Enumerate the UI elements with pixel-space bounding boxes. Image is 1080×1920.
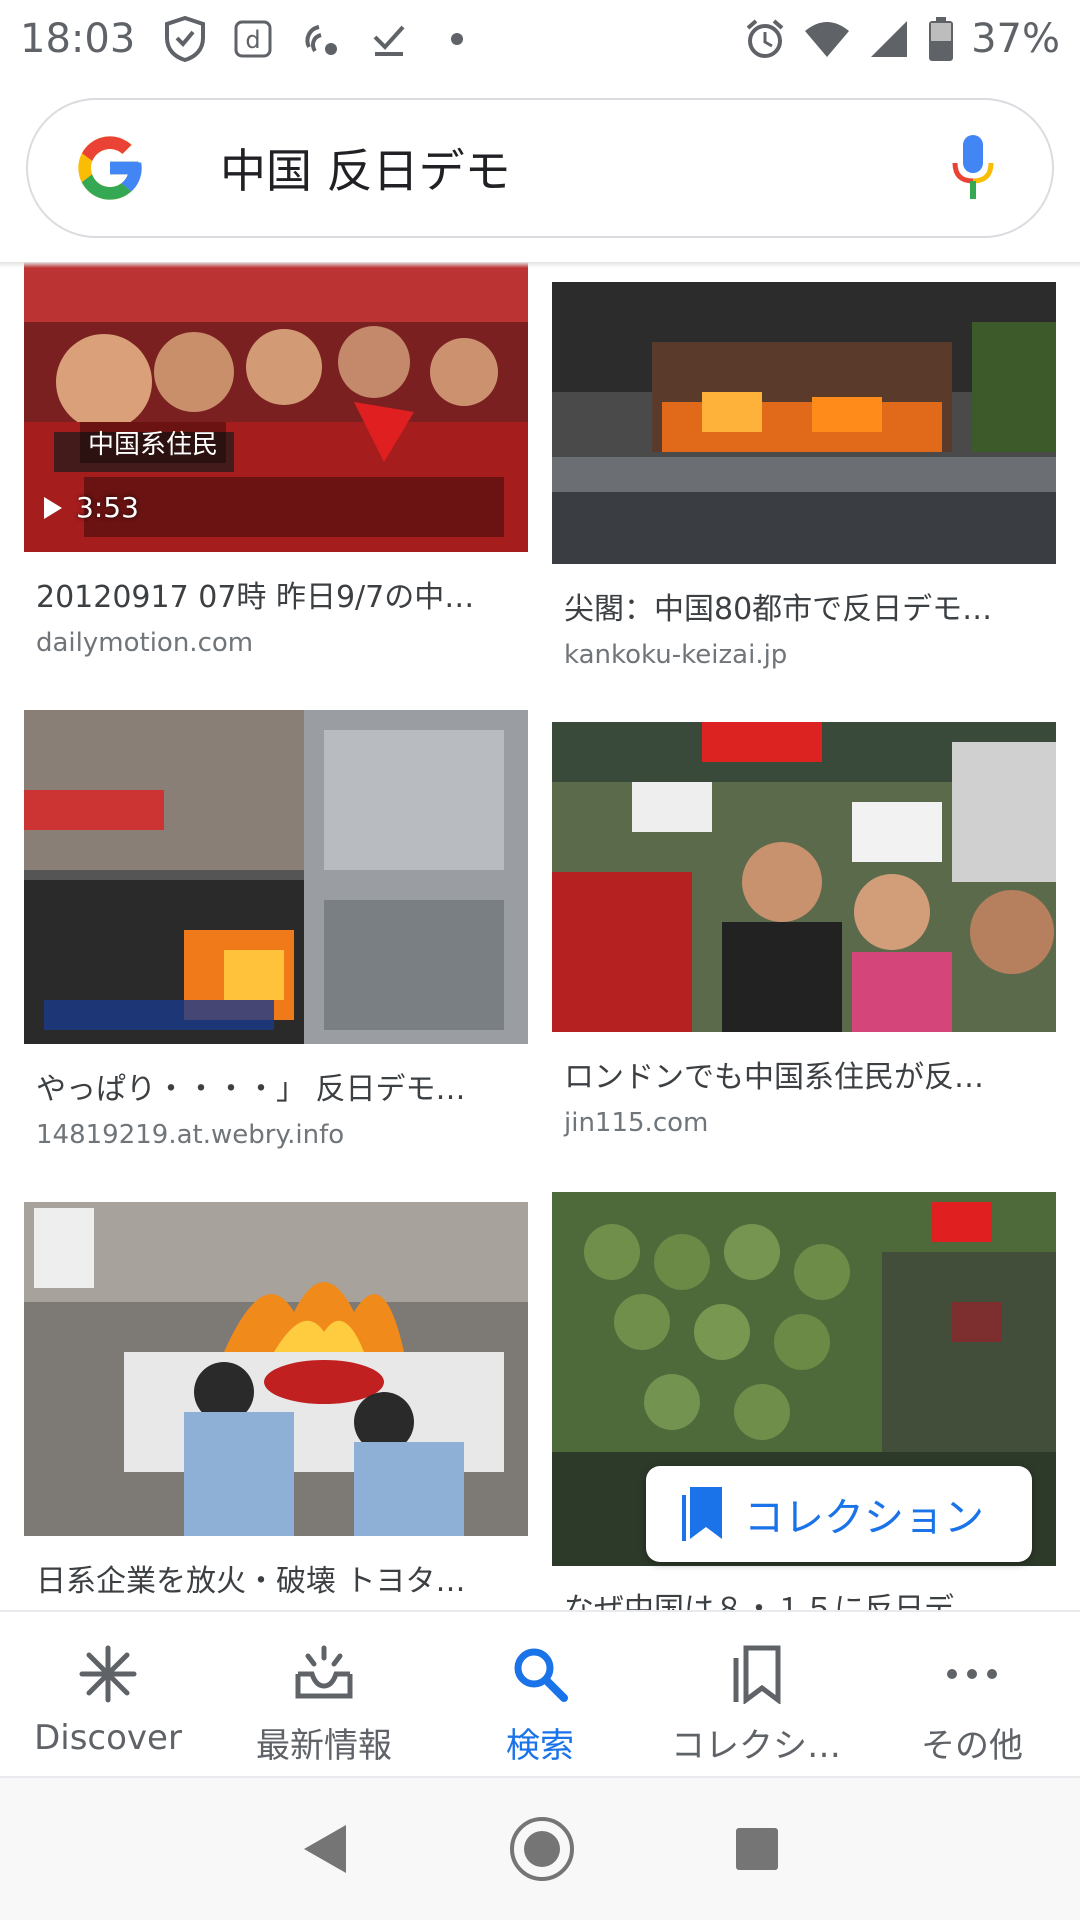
collections-icon [733, 1645, 781, 1704]
result-title[interactable]: やっぱり・・・・」 反日デモ… [24, 1064, 528, 1108]
system-nav-bar [0, 1778, 1080, 1920]
result-card[interactable]: 日系企業を放火・破壊 トヨタ… [24, 1202, 528, 1600]
result-card[interactable]: 中国系住民 3:53 20120917 07時 昨日9/7の中… dailymo… [24, 262, 528, 658]
result-thumbnail[interactable] [24, 710, 528, 1044]
more-icon [947, 1669, 997, 1679]
download-done-icon [365, 15, 413, 63]
result-domain: jin115.com [564, 1108, 709, 1138]
play-icon [44, 496, 62, 519]
nav-label: 検索 [506, 1726, 574, 1766]
status-bar: 18:03 d 37% [0, 0, 1080, 78]
home-icon[interactable] [509, 1816, 575, 1882]
result-title[interactable]: 20120917 07時 昨日9/7の中… [24, 572, 528, 616]
result-thumbnail[interactable] [552, 282, 1056, 564]
nav-item-collections[interactable]: コレクシ… [648, 1612, 864, 1776]
nav-label: コレクシ… [671, 1726, 841, 1766]
result-thumbnail[interactable] [552, 722, 1056, 1032]
result-card[interactable]: 尖閣：中国80都市で反日デモ… kankoku-keizai.jp [552, 282, 1056, 670]
d-app-icon: d [229, 15, 277, 63]
battery-percent: 37% [971, 16, 1060, 62]
status-time: 18:03 [20, 16, 136, 62]
search-input[interactable]: 中国 反日デモ [220, 135, 950, 201]
result-domain: 14819219.at.webry.info [36, 1120, 345, 1150]
dot-icon [433, 15, 481, 63]
status-right: 37% [741, 15, 1060, 63]
inbox-icon [295, 1645, 353, 1699]
thumbnail-caption: 中国系住民 [80, 422, 227, 463]
bottom-nav: Discover 最新情報 検索 コレクシ… その他 [0, 1610, 1080, 1778]
back-icon[interactable] [300, 1823, 350, 1875]
video-duration: 3:53 [76, 491, 139, 524]
search-icon [514, 1648, 568, 1702]
nav-label: Discover [34, 1718, 182, 1758]
shield-icon [161, 15, 209, 63]
sync-icon [297, 15, 345, 63]
recents-icon[interactable] [734, 1826, 780, 1872]
nav-label: 最新情報 [256, 1726, 392, 1766]
nav-item-search[interactable]: 検索 [432, 1612, 648, 1776]
nav-item-more[interactable]: その他 [864, 1612, 1080, 1776]
result-title[interactable]: ロンドンでも中国系住民が反… [552, 1052, 1056, 1096]
collection-button-label: コレクション [744, 1495, 984, 1541]
nav-item-updates[interactable]: 最新情報 [216, 1612, 432, 1776]
nav-label: その他 [921, 1726, 1023, 1766]
wifi-icon [803, 15, 851, 63]
battery-icon [927, 15, 955, 63]
alarm-icon [741, 15, 789, 63]
nav-item-discover[interactable]: Discover [0, 1612, 216, 1776]
asterisk-icon [79, 1645, 137, 1703]
svg-text:d: d [246, 26, 261, 54]
header-shadow [0, 262, 1080, 268]
result-title[interactable]: なぜ中国は８・１５に反日デ… [552, 1584, 1056, 1610]
image-results-grid: 中国系住民 3:53 20120917 07時 昨日9/7の中… dailymo… [0, 262, 1080, 1610]
collection-button[interactable]: コレクション [646, 1466, 1032, 1562]
result-card[interactable]: ロンドンでも中国系住民が反… jin115.com [552, 722, 1056, 1138]
result-thumbnail[interactable]: 中国系住民 3:53 [24, 262, 528, 552]
google-g-logo[interactable] [72, 130, 148, 206]
result-title[interactable]: 日系企業を放火・破壊 トヨタ… [24, 1556, 528, 1600]
result-title[interactable]: 尖閣：中国80都市で反日デモ… [552, 584, 1056, 628]
video-badge: 3:53 [42, 491, 139, 524]
result-domain: dailymotion.com [36, 628, 254, 658]
signal-icon [865, 15, 913, 63]
screen: 18:03 d 37% 中国 反日デモ 中国系住民 3:53 20120917 … [0, 0, 1080, 1920]
bookmark-icon [682, 1487, 722, 1541]
search-bar[interactable]: 中国 反日デモ [26, 98, 1054, 238]
result-card[interactable]: やっぱり・・・・」 反日デモ… 14819219.at.webry.info [24, 710, 528, 1150]
mic-icon[interactable] [950, 133, 996, 203]
result-domain: kankoku-keizai.jp [564, 640, 788, 670]
result-thumbnail[interactable] [24, 1202, 528, 1536]
